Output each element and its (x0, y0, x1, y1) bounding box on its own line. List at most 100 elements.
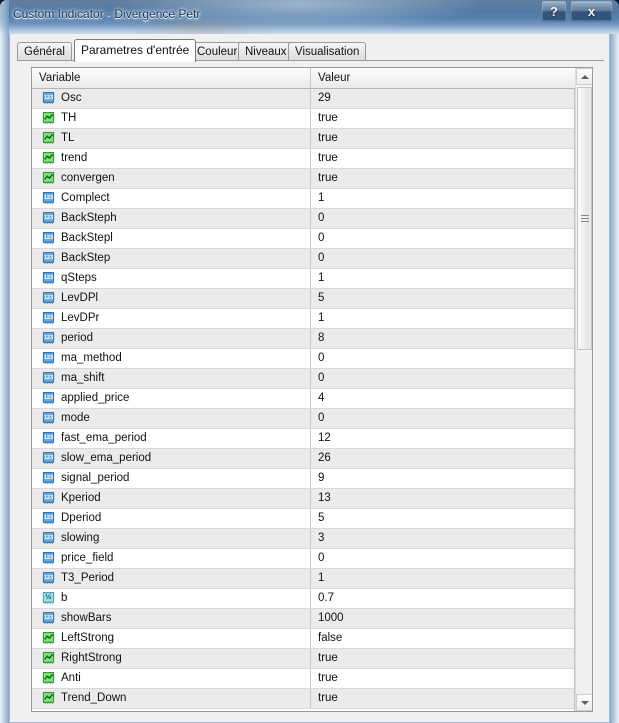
cell-value[interactable]: 0 (311, 549, 575, 568)
cell-variable[interactable]: 123slowing (32, 529, 311, 548)
table-row[interactable]: 123period8 (32, 329, 574, 349)
table-row[interactable]: THtrue (32, 109, 574, 129)
cell-variable[interactable]: 123Dperiod (32, 509, 311, 528)
scroll-up-button[interactable] (576, 68, 593, 85)
cell-value[interactable]: true (311, 109, 575, 128)
scroll-down-button[interactable] (576, 694, 593, 711)
cell-value[interactable]: true (311, 169, 575, 188)
table-row[interactable]: TLtrue (32, 129, 574, 149)
cell-variable[interactable]: ½b (32, 589, 311, 608)
table-row[interactable]: 123LevDPl5 (32, 289, 574, 309)
table-row[interactable]: 123ma_method0 (32, 349, 574, 369)
cell-value[interactable]: true (311, 649, 575, 668)
cell-value[interactable]: true (311, 149, 575, 168)
cell-variable[interactable]: 123ma_shift (32, 369, 311, 388)
cell-variable[interactable]: TH (32, 109, 311, 128)
cell-variable[interactable]: TL (32, 129, 311, 148)
cell-value[interactable]: 1 (311, 309, 575, 328)
cell-value[interactable]: 12 (311, 429, 575, 448)
cell-value[interactable]: 0.7 (311, 589, 575, 608)
table-row[interactable]: 123applied_price4 (32, 389, 574, 409)
table-row[interactable]: convergentrue (32, 169, 574, 189)
cell-value[interactable]: 0 (311, 209, 575, 228)
cell-value[interactable]: true (311, 689, 575, 708)
cell-variable[interactable]: 123T3_Period (32, 569, 311, 588)
cell-variable[interactable]: Trend_Down (32, 689, 311, 708)
cell-variable[interactable]: 123period (32, 329, 311, 348)
cell-value[interactable]: 5 (311, 289, 575, 308)
table-row[interactable]: RightStrongtrue (32, 649, 574, 669)
cell-variable[interactable]: 123BackStepl (32, 229, 311, 248)
cell-variable[interactable]: 123LevDPr (32, 309, 311, 328)
title-bar[interactable]: Custom Indicator - Divergence Petr ? x (0, 0, 619, 34)
table-row[interactable]: ½b0.7 (32, 589, 574, 609)
table-row[interactable]: 123LevDPr1 (32, 309, 574, 329)
table-row[interactable]: 123mode0 (32, 409, 574, 429)
column-header-variable[interactable]: Variable (32, 68, 311, 88)
table-row[interactable]: 123Osc29 (32, 89, 574, 109)
table-row[interactable]: 123ma_shift0 (32, 369, 574, 389)
cell-variable[interactable]: 123showBars (32, 609, 311, 628)
cell-variable[interactable]: 123signal_period (32, 469, 311, 488)
cell-value[interactable]: 4 (311, 389, 575, 408)
cell-value[interactable]: 1 (311, 269, 575, 288)
cell-value[interactable]: 13 (311, 489, 575, 508)
table-row[interactable]: 123Kperiod13 (32, 489, 574, 509)
table-row[interactable]: 123signal_period9 (32, 469, 574, 489)
tab-niveaux[interactable]: Niveaux (238, 42, 294, 61)
cell-value[interactable]: 1 (311, 569, 575, 588)
cell-variable[interactable]: 123ma_method (32, 349, 311, 368)
cell-value[interactable]: true (311, 129, 575, 148)
table-row[interactable]: 123BackStep0 (32, 249, 574, 269)
cell-variable[interactable]: 123applied_price (32, 389, 311, 408)
table-row[interactable]: 123slow_ema_period26 (32, 449, 574, 469)
cell-value[interactable]: 26 (311, 449, 575, 468)
cell-variable[interactable]: 123fast_ema_period (32, 429, 311, 448)
cell-variable[interactable]: 123qSteps (32, 269, 311, 288)
table-row[interactable]: 123fast_ema_period12 (32, 429, 574, 449)
table-row[interactable]: 123Dperiod5 (32, 509, 574, 529)
cell-value[interactable]: 1 (311, 189, 575, 208)
scrollbar-thumb[interactable] (577, 87, 592, 350)
cell-variable[interactable]: LeftStrong (32, 629, 311, 648)
cell-value[interactable]: 0 (311, 409, 575, 428)
cell-value[interactable]: 29 (311, 89, 575, 108)
cell-value[interactable]: false (311, 629, 575, 648)
table-row[interactable]: 123showBars1000 (32, 609, 574, 629)
table-row[interactable]: 123BackStepl0 (32, 229, 574, 249)
cell-variable[interactable]: 123slow_ema_period (32, 449, 311, 468)
cell-value[interactable]: 8 (311, 329, 575, 348)
tab-couleur[interactable]: Couleur (190, 42, 244, 61)
cell-value[interactable]: 0 (311, 229, 575, 248)
table-row[interactable]: 123BackSteph0 (32, 209, 574, 229)
cell-value[interactable]: 5 (311, 509, 575, 528)
vertical-scrollbar[interactable] (575, 68, 592, 711)
table-row[interactable]: 123price_field0 (32, 549, 574, 569)
table-row[interactable]: Antitrue (32, 669, 574, 689)
cell-value[interactable]: 1000 (311, 609, 575, 628)
tab-general[interactable]: Général (17, 42, 72, 61)
cell-value[interactable]: 0 (311, 369, 575, 388)
cell-value[interactable]: 0 (311, 349, 575, 368)
table-row[interactable]: 123Complect1 (32, 189, 574, 209)
cell-variable[interactable]: 123Osc (32, 89, 311, 108)
cell-variable[interactable]: 123Complect (32, 189, 311, 208)
column-header-valeur[interactable]: Valeur (311, 68, 574, 88)
tab-visualisation[interactable]: Visualisation (288, 42, 366, 61)
cell-variable[interactable]: 123mode (32, 409, 311, 428)
cell-variable[interactable]: 123price_field (32, 549, 311, 568)
cell-variable[interactable]: convergen (32, 169, 311, 188)
table-row[interactable]: 123qSteps1 (32, 269, 574, 289)
table-row[interactable]: LeftStrongfalse (32, 629, 574, 649)
table-row[interactable]: trendtrue (32, 149, 574, 169)
cell-value[interactable]: 3 (311, 529, 575, 548)
cell-variable[interactable]: 123Kperiod (32, 489, 311, 508)
tab-parametres-entree[interactable]: Parametres d'entrée (74, 39, 196, 62)
table-row[interactable]: 123T3_Period1 (32, 569, 574, 589)
cell-variable[interactable]: Anti (32, 669, 311, 688)
cell-value[interactable]: 0 (311, 249, 575, 268)
cell-value[interactable]: 9 (311, 469, 575, 488)
cell-variable[interactable]: 123LevDPl (32, 289, 311, 308)
cell-value[interactable]: true (311, 669, 575, 688)
cell-variable[interactable]: trend (32, 149, 311, 168)
